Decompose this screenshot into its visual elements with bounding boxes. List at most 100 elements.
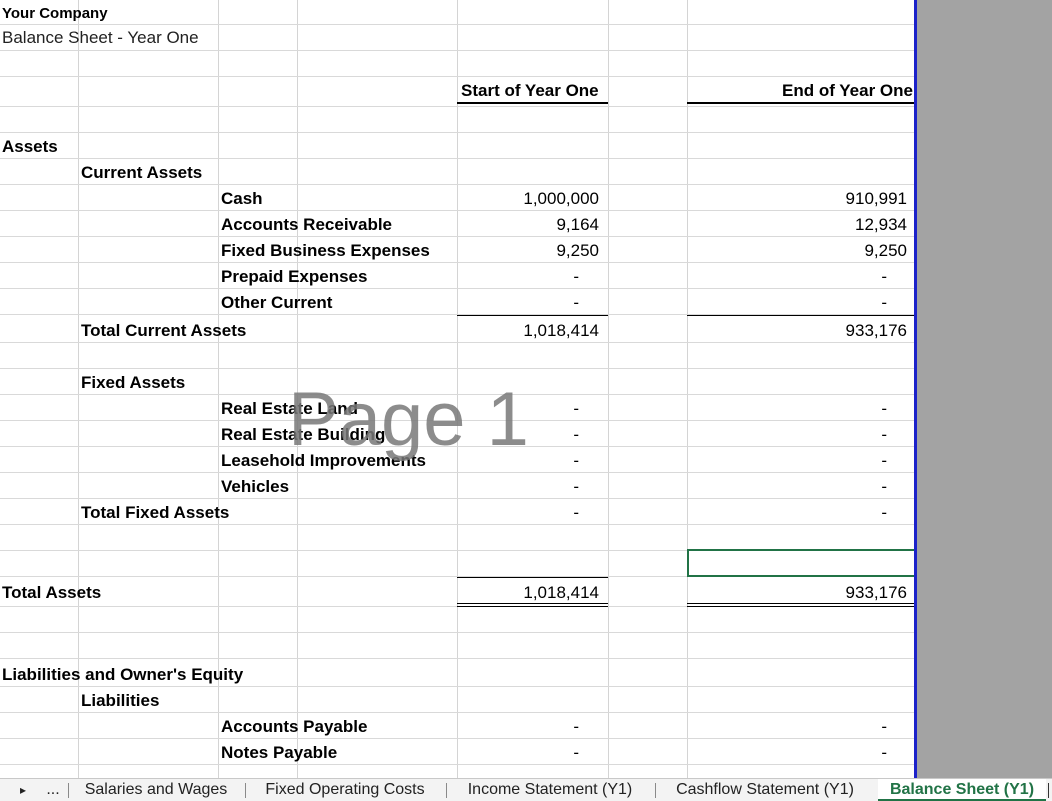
row-label: Real Estate Building [221,425,386,444]
tab-salaries-and-wages[interactable]: Salaries and Wages [72,779,240,801]
value-end: - [881,743,887,762]
value-start: 9,250 [556,241,599,260]
grid-hline [0,236,916,237]
grid-hline [0,632,916,633]
grid-hline [0,764,916,765]
grid-hline [0,50,916,51]
out-of-print-area [916,0,1052,778]
value-end: - [881,425,887,444]
section-assets: Assets [2,137,58,156]
grid-hline [0,658,916,659]
row-label: Other Current [221,293,333,312]
total-value-end: 933,176 [845,321,907,340]
grid-hline [0,498,916,499]
header-underline [457,102,608,104]
value-end: - [881,399,887,418]
tab-income-statement[interactable]: Income Statement (Y1) [452,779,648,801]
subtotal-line [457,315,608,316]
tab-separator [446,783,447,798]
row-label: Notes Payable [221,743,338,762]
grid-hline [0,262,916,263]
grid-hline [0,24,916,25]
total-label: Total Fixed Assets [81,503,230,522]
grid-hline [0,738,916,739]
spreadsheet-grid[interactable]: Your Company Balance Sheet - Year One St… [0,0,916,778]
column-header-start: Start of Year One [461,81,599,100]
value-start: - [573,743,579,762]
value-end: 12,934 [855,215,907,234]
subtotal-line [687,315,914,316]
value-end: - [881,293,887,312]
group-current-assets: Current Assets [81,163,203,182]
grid-vline [78,0,79,778]
grid-vline [457,0,458,778]
grid-vline [608,0,609,778]
grid-hline [0,76,916,77]
tab-separator [68,783,69,798]
grid-hline [0,394,916,395]
value-start: - [573,477,579,496]
value-start: - [573,717,579,736]
row-label: Real Estate Land [221,399,358,418]
grid-vline [218,0,219,778]
tab-separator [1048,783,1049,798]
total-value-start: - [573,503,579,522]
group-fixed-assets: Fixed Assets [81,373,186,392]
grid-hline [0,368,916,369]
tab-fixed-operating-costs[interactable]: Fixed Operating Costs [250,779,440,801]
tab-balance-sheet[interactable]: Balance Sheet (Y1) [878,779,1046,801]
total-value-start: 1,018,414 [523,321,599,340]
selected-cell[interactable] [687,549,916,577]
section-liabilities-equity: Liabilities and Owner's Equity [2,665,244,684]
total-value-end: - [881,503,887,522]
grid-hline [0,446,916,447]
value-start: - [573,451,579,470]
total-assets-start: 1,018,414 [523,583,599,602]
grid-hline [0,420,916,421]
value-start: 9,164 [556,215,599,234]
value-start: - [573,399,579,418]
value-start: - [573,267,579,286]
row-label: Vehicles [221,477,290,496]
grid-hline [0,686,916,687]
value-start: - [573,425,579,444]
grid-hline [0,712,916,713]
grid-hline [0,106,916,107]
more-tabs-button[interactable]: ... [42,779,64,801]
tab-separator [245,783,246,798]
value-end: - [881,267,887,286]
grid-hline [0,288,916,289]
page-break-line [914,0,917,778]
grid-hline [0,342,916,343]
column-header-end: End of Year One [781,81,913,100]
value-end: 910,991 [845,189,907,208]
sheet-tab-bar: ▸ ... Salaries and Wages Fixed Operating… [0,778,1052,801]
double-underline [457,603,608,604]
total-top-line [457,577,608,578]
double-underline [457,606,608,607]
row-label: Fixed Business Expenses [221,241,430,260]
grid-hline [0,210,916,211]
grid-hline [0,158,916,159]
row-label: Cash [221,189,263,208]
tab-separator [655,783,656,798]
tab-cashflow-statement[interactable]: Cashflow Statement (Y1) [661,779,869,801]
value-start: - [573,293,579,312]
company-name: Your Company [2,5,108,22]
grid-vline [687,0,688,778]
grid-hline [0,132,916,133]
sheet-subtitle: Balance Sheet - Year One [2,28,199,47]
double-underline [687,606,914,607]
scroll-tabs-right-icon[interactable]: ▸ [14,779,32,801]
group-liabilities: Liabilities [81,691,160,710]
grid-hline [0,184,916,185]
value-start: 1,000,000 [523,189,599,208]
double-underline [687,603,914,604]
value-end: - [881,451,887,470]
row-label: Leasehold Improvements [221,451,427,470]
grid-hline [0,524,916,525]
grid-vline [297,0,298,778]
value-end: 9,250 [864,241,907,260]
value-end: - [881,717,887,736]
total-label: Total Current Assets [81,321,247,340]
